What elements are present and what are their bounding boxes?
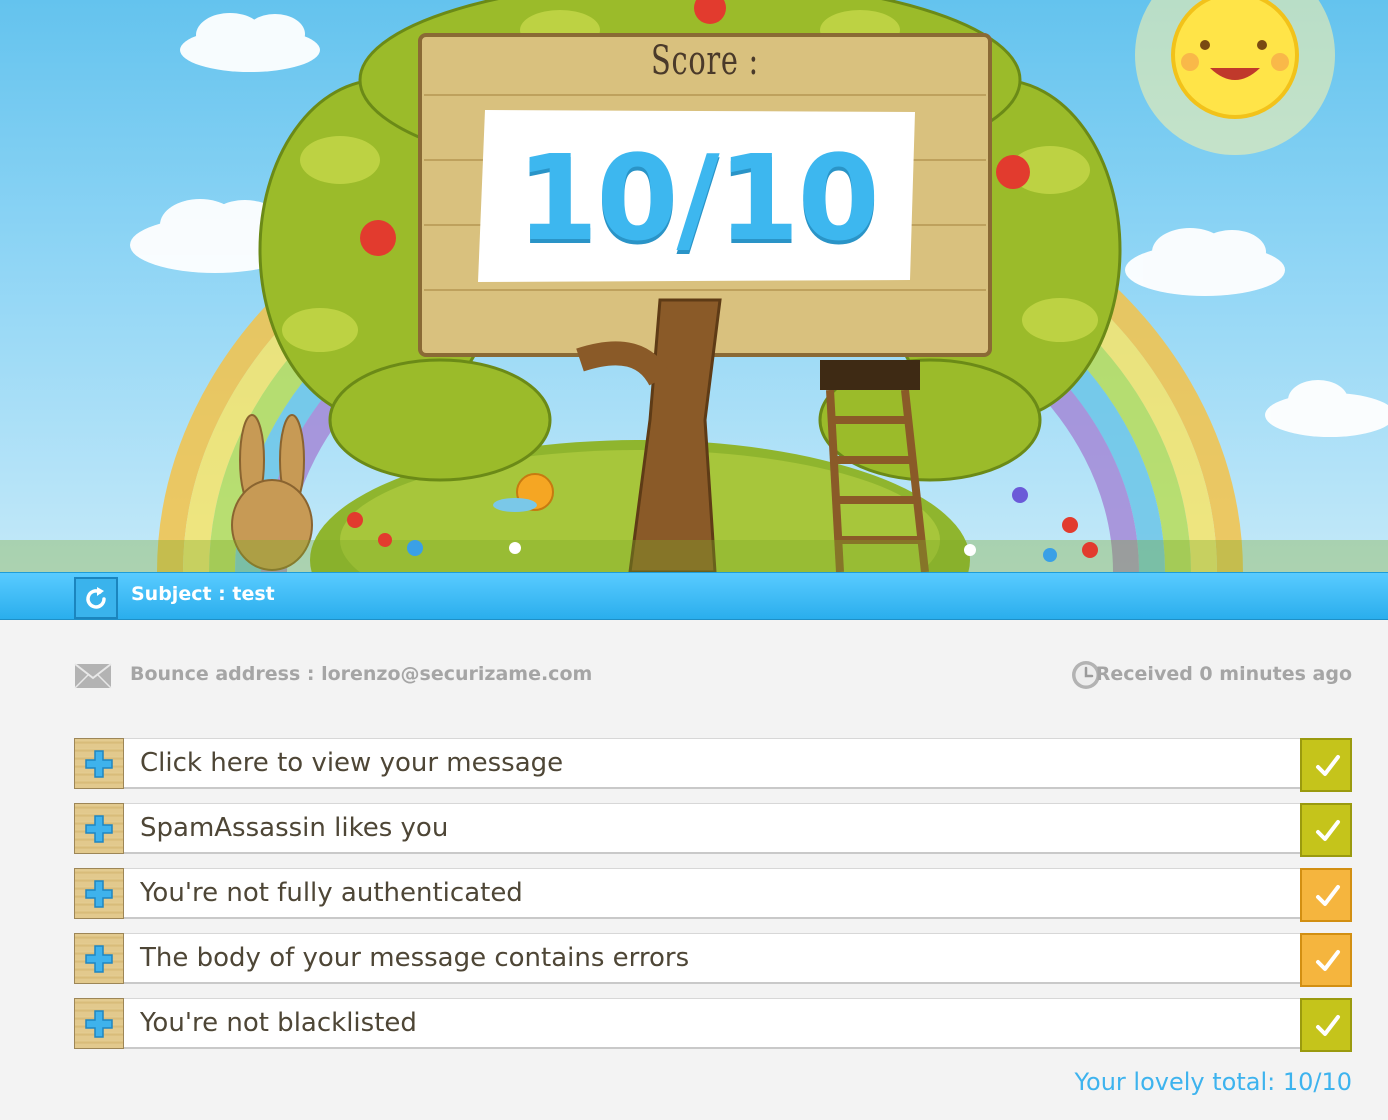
bounce-address: Bounce address : lorenzo@securizame.com — [130, 663, 593, 685]
check-list: Click here to view your message SpamAssa… — [74, 738, 1352, 1063]
check-row-body[interactable]: The body of your message contains errors — [124, 933, 1300, 984]
plus-icon — [85, 815, 113, 843]
refresh-icon — [86, 587, 106, 609]
received-time: Received 0 minutes ago — [1095, 663, 1352, 685]
envelope-icon — [74, 663, 112, 689]
check-row-body-errors[interactable]: The body of your message contains errors — [74, 933, 1352, 987]
plus-icon — [85, 945, 113, 973]
checkmark-icon — [1316, 950, 1340, 971]
expand-button[interactable] — [74, 868, 124, 919]
check-row-view-message[interactable]: Click here to view your message — [74, 738, 1352, 792]
check-row-body[interactable]: You're not blacklisted — [124, 998, 1300, 1049]
score-value: 10/10 — [516, 129, 880, 267]
expand-button[interactable] — [74, 803, 124, 854]
check-label: You're not blacklisted — [140, 1008, 417, 1038]
status-ok-badge — [1300, 998, 1352, 1052]
score-label: Score : — [651, 38, 759, 84]
checkmark-icon — [1316, 755, 1340, 776]
subject-bar: Subject : test — [0, 572, 1388, 620]
check-row-authentication[interactable]: You're not fully authenticated — [74, 868, 1352, 922]
refresh-button[interactable] — [74, 577, 118, 619]
expand-button[interactable] — [74, 998, 124, 1049]
checkmark-icon — [1316, 1015, 1340, 1036]
expand-button[interactable] — [74, 933, 124, 984]
checkmark-icon — [1316, 885, 1340, 906]
check-row-spamassassin[interactable]: SpamAssassin likes you — [74, 803, 1352, 857]
plus-icon — [85, 750, 113, 778]
check-label: The body of your message contains errors — [140, 943, 690, 973]
subject-text: Subject : test — [131, 583, 275, 605]
meta-row: Bounce address : lorenzo@securizame.com … — [74, 657, 1352, 697]
status-ok-badge — [1300, 738, 1352, 792]
plus-icon — [85, 880, 113, 908]
check-row-body[interactable]: SpamAssassin likes you — [124, 803, 1300, 854]
check-label: You're not fully authenticated — [140, 878, 523, 908]
total-score: Your lovely total: 10/10 — [1074, 1068, 1352, 1096]
plus-icon — [85, 1010, 113, 1038]
checkmark-icon — [1316, 820, 1340, 841]
check-row-blacklist[interactable]: You're not blacklisted — [74, 998, 1352, 1052]
hero-illustration — [0, 0, 1388, 572]
status-warning-badge — [1300, 933, 1352, 987]
score-hero-banner: Score : 10/10 — [0, 0, 1388, 572]
expand-button[interactable] — [74, 738, 124, 789]
check-label: SpamAssassin likes you — [140, 813, 449, 843]
check-label: Click here to view your message — [140, 748, 564, 778]
check-row-body[interactable]: You're not fully authenticated — [124, 868, 1300, 919]
status-warning-badge — [1300, 868, 1352, 922]
check-row-body[interactable]: Click here to view your message — [124, 738, 1300, 789]
status-ok-badge — [1300, 803, 1352, 857]
